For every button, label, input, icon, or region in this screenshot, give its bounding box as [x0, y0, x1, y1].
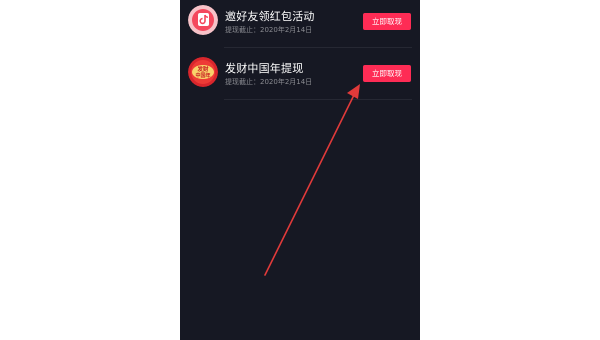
divider — [224, 47, 412, 48]
withdraw-now-button[interactable]: 立即取现 — [363, 13, 411, 30]
list-item-invite-friends[interactable]: 邀好友领红包活动 提现截止：2020年2月14日 立即取现 — [180, 0, 420, 48]
item-deadline: 提现截止：2020年2月14日 — [225, 26, 313, 34]
item-deadline: 提现截止：2020年2月14日 — [225, 78, 313, 86]
item-title: 发财中国年提现 — [225, 62, 304, 75]
list-item-new-year-withdraw[interactable]: 发财 中国年 发财中国年提现 提现截止：2020年2月14日 立即取现 — [180, 52, 420, 100]
withdraw-now-button[interactable]: 立即取现 — [363, 65, 411, 82]
item-title: 邀好友领红包活动 — [225, 10, 315, 23]
chinese-new-year-badge-icon: 发财 中国年 — [188, 57, 218, 87]
divider — [224, 99, 412, 100]
tiktok-red-envelope-icon — [188, 5, 218, 35]
svg-text:发财: 发财 — [196, 65, 209, 73]
phone-screen: 邀好友领红包活动 提现截止：2020年2月14日 立即取现 发财 中国年 发财中… — [180, 0, 420, 340]
svg-text:中国年: 中国年 — [195, 72, 210, 79]
